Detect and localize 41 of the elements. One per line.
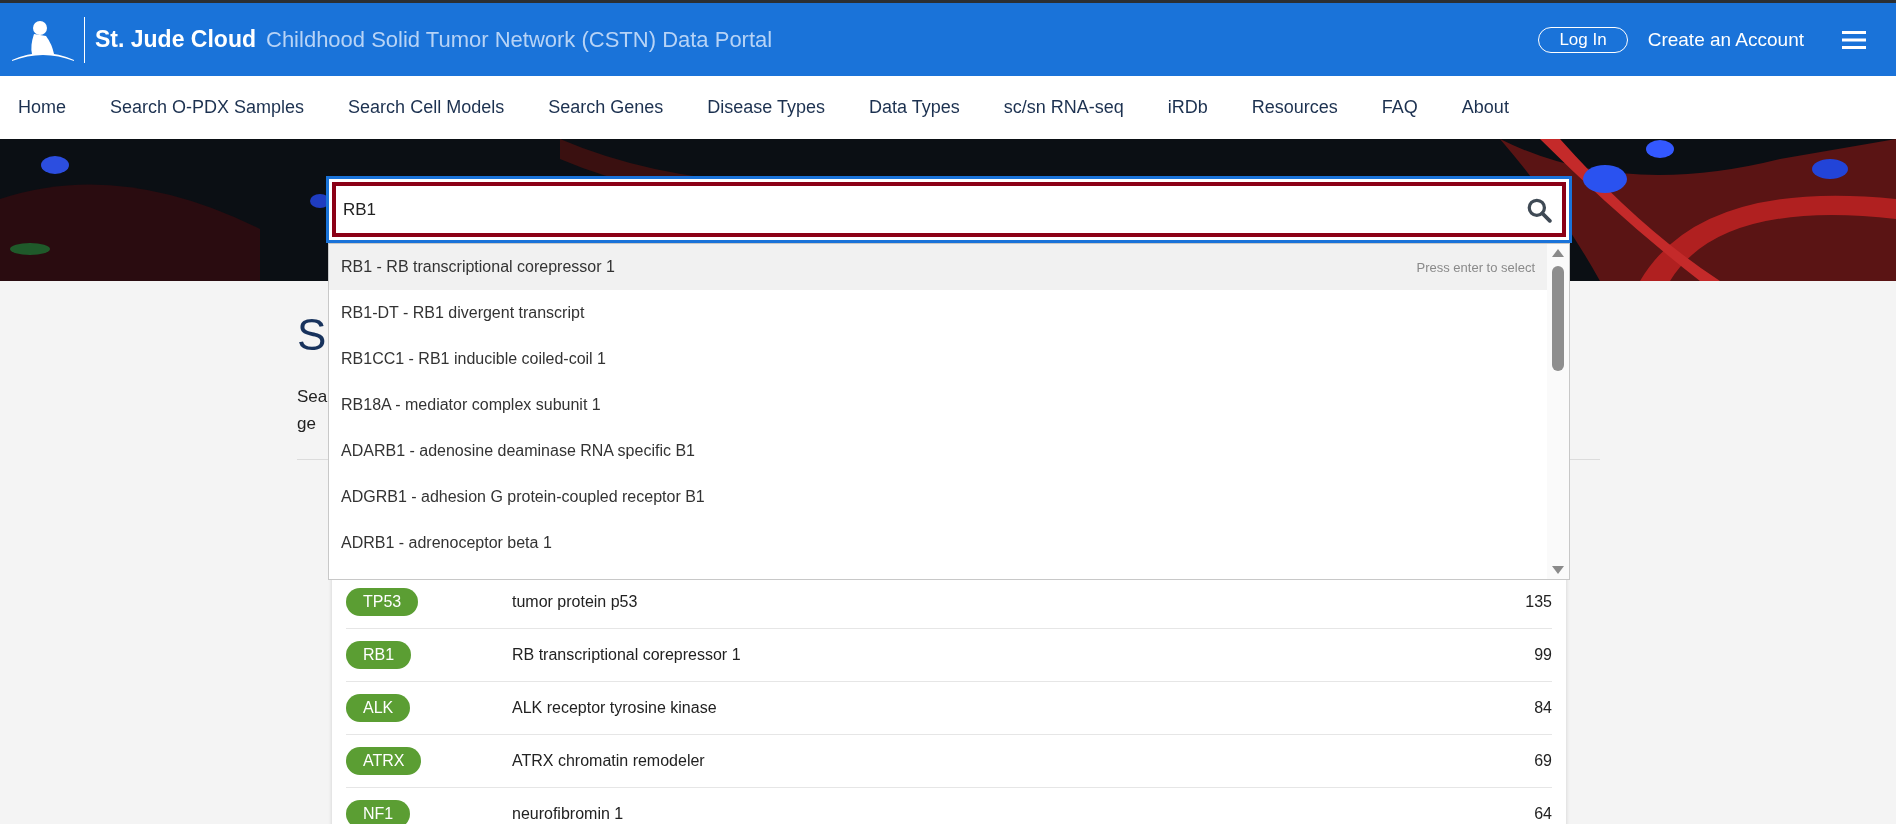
intro-text: ge — [297, 413, 316, 435]
suggestion-item[interactable]: RB1 - RB transcriptional corepressor 1 Press enter to select — [329, 244, 1547, 290]
sample-count: 135 — [1525, 593, 1552, 611]
sample-count: 84 — [1534, 699, 1552, 717]
search-input[interactable]: RB1 — [341, 198, 1526, 221]
scroll-up-icon[interactable] — [1551, 248, 1565, 258]
nav-link[interactable]: FAQ — [1381, 97, 1418, 118]
create-account-link[interactable]: Create an Account — [1647, 28, 1804, 51]
nav-link[interactable]: Search Cell Models — [348, 97, 505, 118]
gene-name: RB transcriptional corepressor 1 — [512, 646, 741, 664]
suggestion-item[interactable]: RB18A - mediator complex subunit 1 — [329, 382, 1547, 428]
sample-count: 99 — [1534, 646, 1552, 664]
intro-text: Sea — [297, 386, 328, 408]
portal-title: Childhood Solid Tumor Network (CSTN) Data Portal — [266, 26, 773, 53]
page-heading: S — [297, 309, 327, 361]
sample-count: 69 — [1534, 752, 1552, 770]
nav-link[interactable]: Data Types — [869, 97, 960, 118]
nav-link[interactable]: iRDb — [1167, 97, 1208, 118]
nav-link[interactable]: Home — [18, 97, 66, 118]
brand-name[interactable]: St. Jude Cloud — [95, 26, 256, 53]
nav-link[interactable]: About — [1461, 97, 1509, 118]
nav-link[interactable]: Search O-PDX Samples — [110, 97, 305, 118]
gene-name: ATRX chromatin remodeler — [512, 752, 705, 770]
search-icon[interactable] — [1526, 196, 1552, 223]
suggestion-item[interactable]: RB1-DT - RB1 divergent transcript — [329, 290, 1547, 336]
scrollbar-thumb[interactable] — [1552, 266, 1564, 371]
gene-name: tumor protein p53 — [512, 593, 638, 611]
search-field[interactable]: RB1 — [332, 182, 1566, 237]
nav-link[interactable]: Resources — [1251, 97, 1338, 118]
suggestion-item[interactable]: ADRB1 - adrenoceptor beta 1 — [329, 520, 1547, 566]
suggestion-item[interactable]: RB1CC1 - RB1 inducible coiled-coil 1 — [329, 336, 1547, 382]
nav-link[interactable]: sc/sn RNA-seq — [1003, 97, 1124, 118]
gene-name: neurofibromin 1 — [512, 805, 624, 823]
suggestion-item[interactable]: ADGRB1 - adhesion G protein-coupled receptor B1 — [329, 474, 1547, 520]
suggestion-item[interactable]: ADARB1 - adenosine deaminase RNA specific B1 — [329, 428, 1547, 474]
nav-link[interactable]: Search Genes — [548, 97, 664, 118]
nav-link[interactable]: Disease Types — [707, 97, 825, 118]
menu-icon[interactable] — [1842, 29, 1866, 50]
gene-name: ALK receptor tyrosine kinase — [512, 699, 717, 717]
scrollbar[interactable] — [1547, 244, 1569, 579]
sample-count: 64 — [1534, 805, 1552, 823]
